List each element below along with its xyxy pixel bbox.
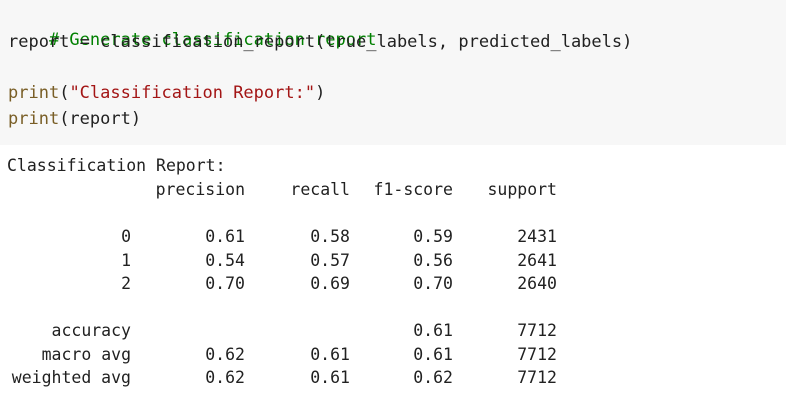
cell-f1: 0.56: [413, 251, 453, 270]
row-label: 1: [121, 251, 131, 270]
cell-f1: 0.62: [413, 368, 453, 387]
cell-support: 7712: [517, 368, 557, 387]
cell-precision: 0.70: [205, 274, 245, 293]
row-label: 0: [121, 227, 131, 246]
cell-recall: 0.57: [310, 251, 350, 270]
cell-f1: 0.61: [413, 321, 453, 340]
cell-output: Classification Report: precision recall …: [0, 145, 786, 415]
code-line-print-report: print(report): [8, 107, 141, 131]
code-assign-target: report: [8, 32, 70, 52]
report-title: Classification Report:: [7, 156, 226, 175]
code-line-print-title: print("Classification Report:"): [8, 81, 325, 105]
cell-support: 2641: [517, 251, 557, 270]
code-print-args: (report): [59, 109, 142, 129]
cell-recall: 0.61: [310, 345, 350, 364]
row-label: weighted avg: [11, 368, 131, 387]
cell-precision: 0.62: [205, 368, 245, 387]
row-label: macro avg: [41, 345, 131, 364]
code-assign-call: classification_report(true_labels, predi…: [100, 32, 633, 52]
cell-support: 2640: [517, 274, 557, 293]
cell-support: 2431: [517, 227, 557, 246]
cell-recall: 0.69: [310, 274, 350, 293]
header-recall: recall: [290, 180, 350, 199]
cell-precision: 0.54: [205, 251, 245, 270]
header-precision: precision: [155, 180, 245, 199]
code-print-fn: print: [8, 83, 60, 103]
cell-support: 7712: [517, 345, 557, 364]
row-label: 2: [121, 274, 131, 293]
cell-f1: 0.59: [413, 227, 453, 246]
cell-recall: 0.58: [310, 227, 350, 246]
code-print-string: "Classification Report:": [69, 83, 316, 103]
code-print-open: (: [59, 83, 70, 103]
code-line-comment: # Generate classification report: [8, 4, 377, 50]
cell-f1: 0.70: [413, 274, 453, 293]
code-line-assign: report = classification_report(true_labe…: [8, 30, 632, 54]
code-assign-op: =: [69, 32, 101, 52]
cell-precision: 0.62: [205, 345, 245, 364]
header-f1-score: f1-score: [373, 180, 453, 199]
code-print-close: ): [315, 83, 326, 103]
code-print-fn: print: [8, 109, 60, 129]
cell-f1: 0.61: [413, 345, 453, 364]
code-cell[interactable]: # Generate classification report report …: [0, 0, 786, 145]
cell-recall: 0.61: [310, 368, 350, 387]
cell-support: 7712: [517, 321, 557, 340]
row-label: accuracy: [51, 321, 131, 340]
header-support: support: [487, 180, 557, 199]
cell-precision: 0.61: [205, 227, 245, 246]
